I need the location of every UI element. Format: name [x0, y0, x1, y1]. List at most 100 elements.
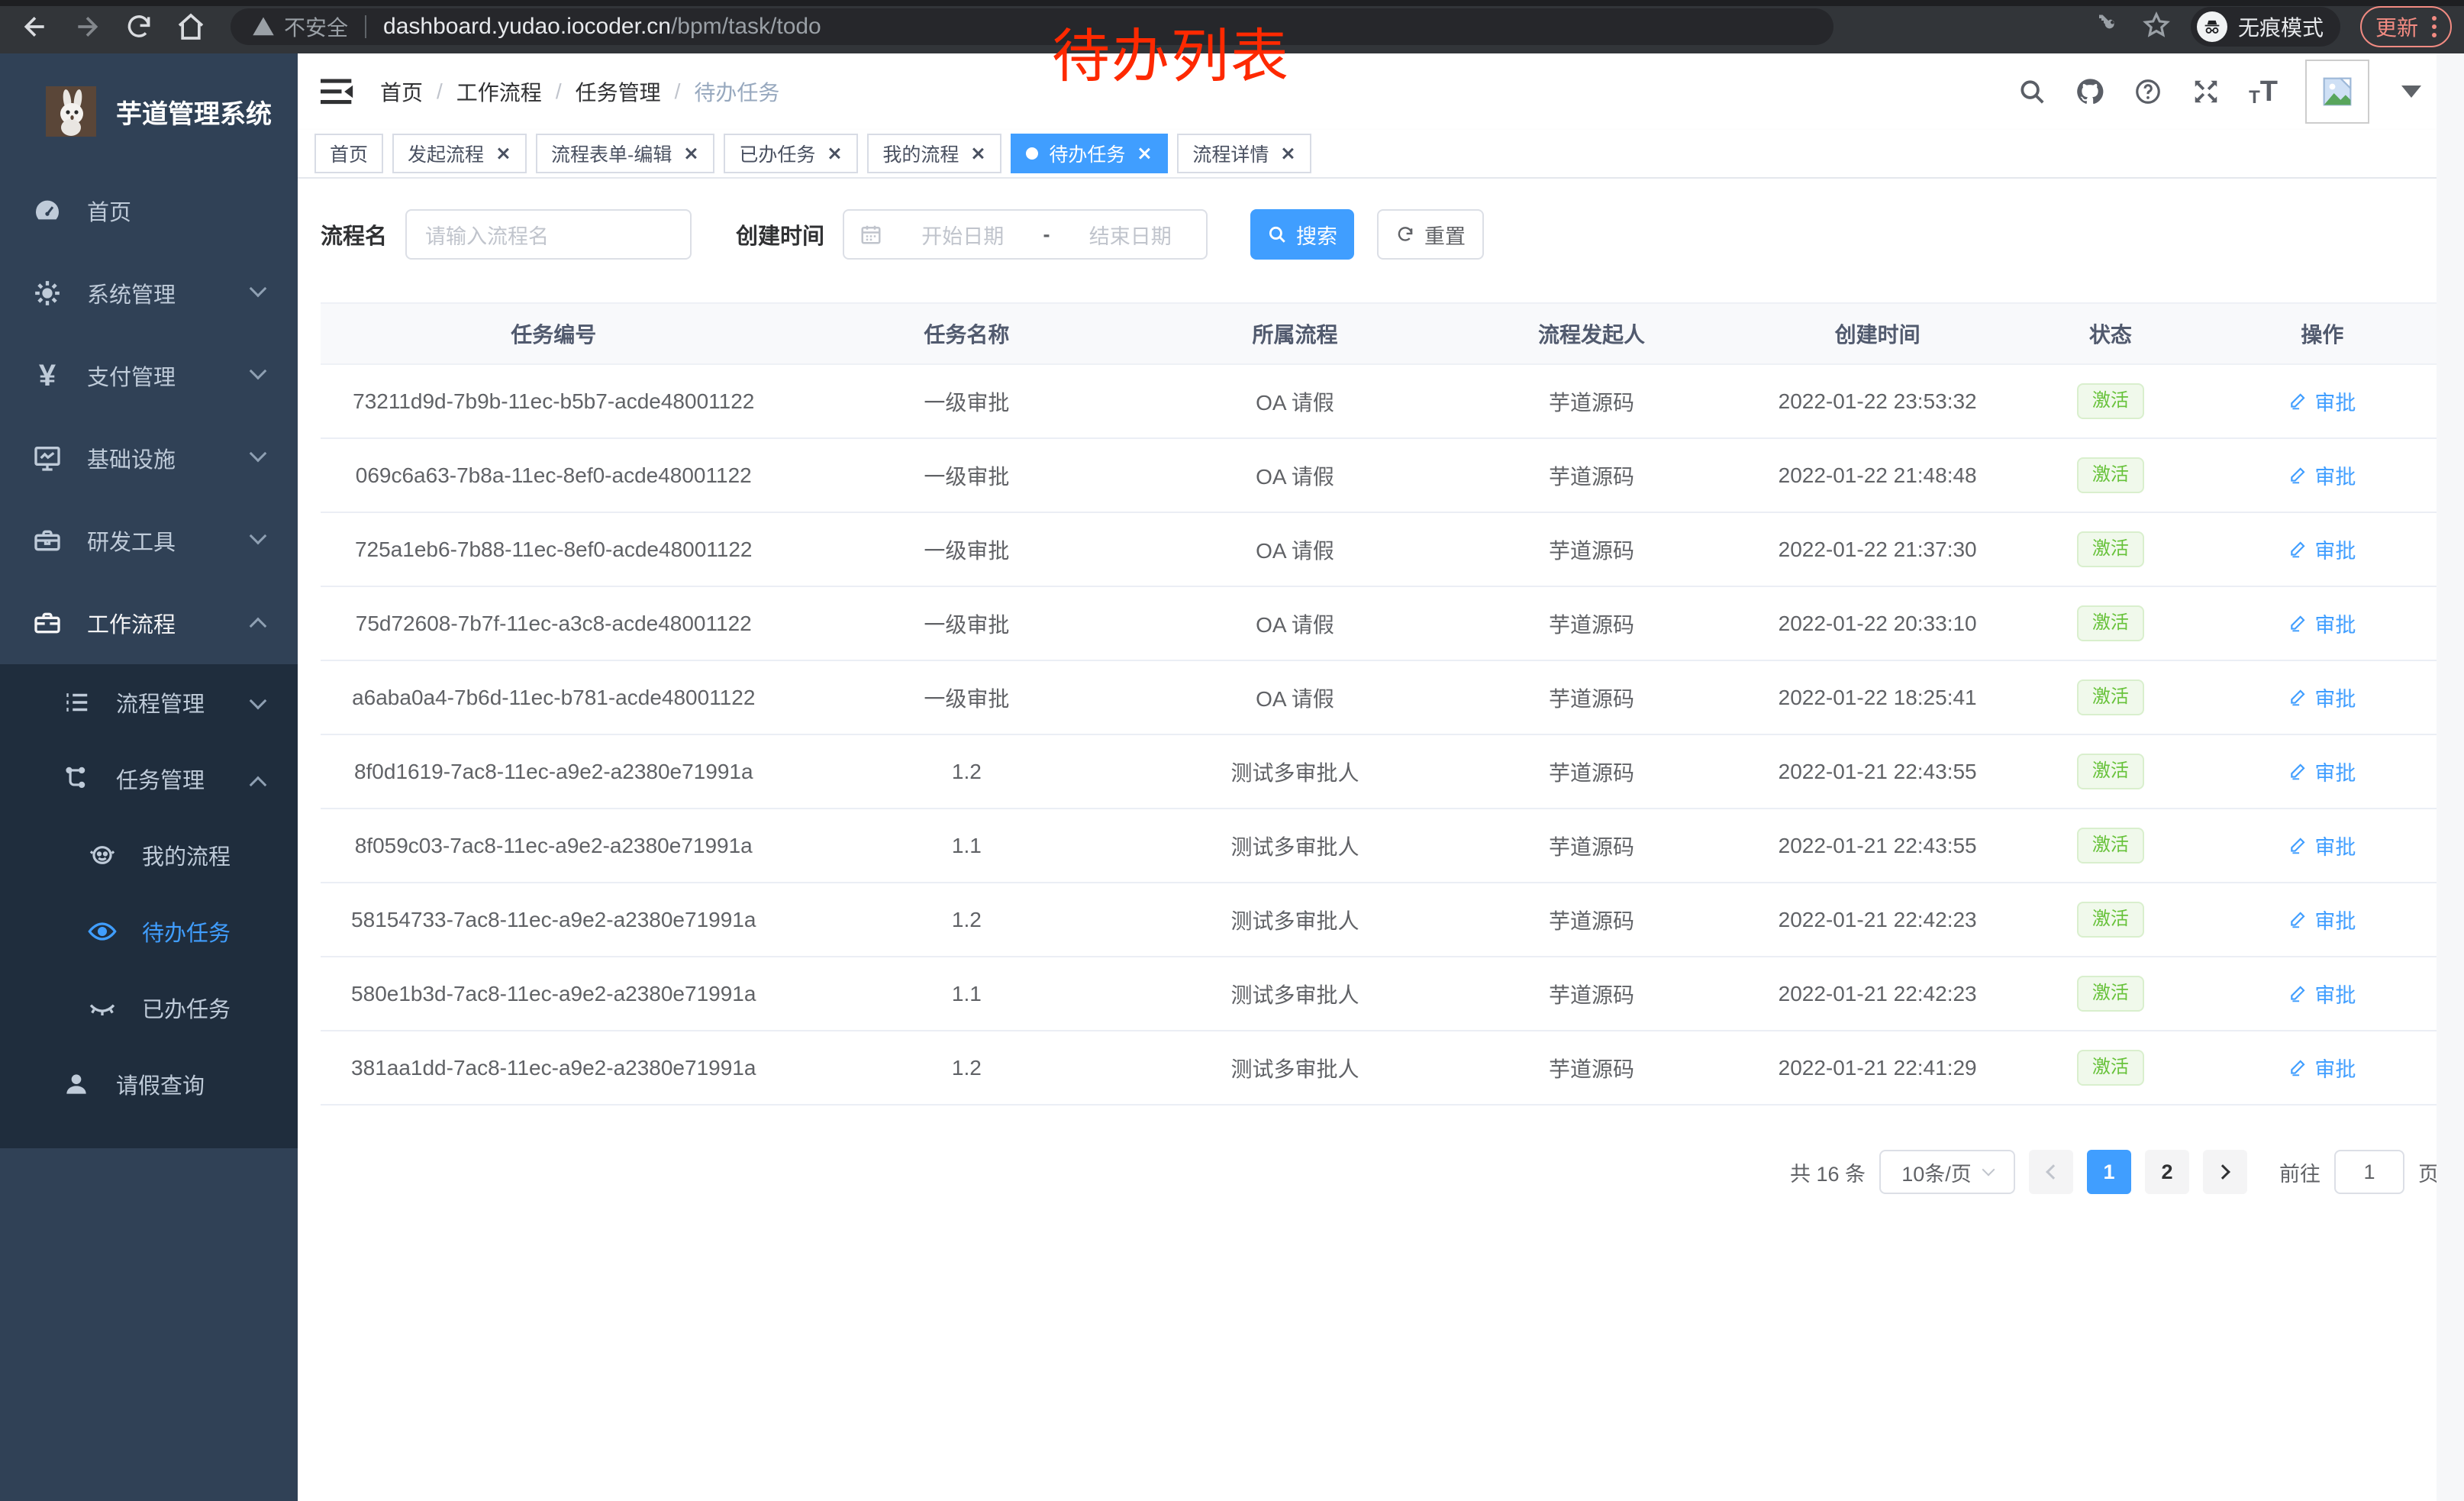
eye-open-icon	[85, 915, 119, 948]
sidebar-item-infra[interactable]: 基础设施	[0, 417, 298, 499]
breadcrumb-separator: /	[437, 79, 443, 104]
tab-close-icon[interactable]	[495, 145, 511, 162]
tab-item[interactable]: 流程表单-编辑	[536, 134, 714, 173]
github-icon[interactable]	[2075, 76, 2105, 107]
tab-item[interactable]: 首页	[314, 134, 383, 173]
prev-page-button[interactable]	[2029, 1150, 2073, 1194]
approve-link[interactable]: 审批	[2288, 757, 2356, 786]
end-date-placeholder: 结束日期	[1070, 220, 1192, 250]
page-scrollbar[interactable]	[2437, 53, 2464, 1501]
person-icon	[60, 1067, 93, 1101]
approve-link[interactable]: 审批	[2288, 1053, 2356, 1083]
create-time-cell: 2022-01-21 22:43:55	[1740, 834, 2015, 858]
table-row[interactable]: 75d72608-7b7f-11ec-a3c8-acde48001122 一级审…	[321, 587, 2439, 661]
action-cell: 审批	[2206, 534, 2439, 565]
breadcrumb-item[interactable]: 工作流程	[456, 76, 542, 107]
sidebar-item-todo-tasks[interactable]: 待办任务	[0, 893, 298, 970]
process-name-input[interactable]: 请输入流程名	[405, 209, 692, 260]
sidebar-item-label: 首页	[87, 195, 131, 227]
sidebar-item-my-process[interactable]: 我的流程	[0, 817, 298, 893]
incognito-badge: 无痕模式	[2191, 7, 2340, 47]
sidebar-item-done-tasks[interactable]: 已办任务	[0, 970, 298, 1046]
help-icon[interactable]	[2133, 76, 2163, 107]
task-name-cell: 1.2	[787, 760, 1147, 784]
approve-link[interactable]: 审批	[2288, 608, 2356, 638]
tab-item[interactable]: 我的流程	[867, 134, 1001, 173]
tab-item[interactable]: 发起流程	[392, 134, 527, 173]
approve-link[interactable]: 审批	[2288, 460, 2356, 490]
browser-refresh-icon[interactable]	[122, 10, 156, 44]
table-row[interactable]: 580e1b3d-7ac8-11ec-a9e2-a2380e71991a 1.1…	[321, 957, 2439, 1031]
tab-item[interactable]: 流程详情	[1177, 134, 1311, 173]
address-bar[interactable]: 不安全 dashboard.yudao.iocoder.cn/bpm/task/…	[231, 8, 1833, 45]
table-row[interactable]: 73211d9d-7b9b-11ec-b5b7-acde48001122 一级审…	[321, 365, 2439, 439]
sidebar-item-process-mgmt[interactable]: 流程管理	[0, 664, 298, 741]
tab-close-icon[interactable]	[1279, 145, 1296, 162]
approve-link[interactable]: 审批	[2288, 534, 2356, 564]
page-number-button[interactable]: 2	[2145, 1150, 2189, 1194]
create-time-label: 创建时间	[736, 218, 824, 250]
approve-link[interactable]: 审批	[2288, 905, 2356, 934]
task-name-cell: 一级审批	[787, 683, 1147, 713]
date-range-input[interactable]: 开始日期 - 结束日期	[843, 209, 1208, 260]
sidebar-item-payment[interactable]: ¥ 支付管理	[0, 334, 298, 417]
action-cell: 审批	[2206, 608, 2439, 639]
sidebar-item-devtools[interactable]: 研发工具	[0, 499, 298, 582]
table-row[interactable]: 8f059c03-7ac8-11ec-a9e2-a2380e71991a 1.1…	[321, 809, 2439, 883]
breadcrumb-item[interactable]: 任务管理	[576, 76, 661, 107]
approve-link[interactable]: 审批	[2288, 979, 2356, 1009]
yen-icon: ¥	[31, 359, 64, 392]
table-row[interactable]: 381aa1dd-7ac8-11ec-a9e2-a2380e71991a 1.2…	[321, 1031, 2439, 1106]
password-key-icon[interactable]	[2095, 11, 2122, 43]
tab-item[interactable]: 待办任务	[1011, 134, 1168, 173]
tab-close-icon[interactable]	[826, 145, 843, 162]
site-security[interactable]: 不安全	[252, 11, 348, 42]
approve-link[interactable]: 审批	[2288, 831, 2356, 860]
goto-page-input[interactable]: 1	[2334, 1150, 2404, 1194]
browser-back-icon[interactable]	[18, 10, 52, 44]
sidebar-logo[interactable]: 芋道管理系统	[0, 53, 298, 153]
browser-home-icon[interactable]	[174, 10, 208, 44]
table-row[interactable]: 58154733-7ac8-11ec-a9e2-a2380e71991a 1.2…	[321, 883, 2439, 957]
sidebar-item-task-mgmt[interactable]: 任务管理	[0, 741, 298, 817]
sidebar-item-home[interactable]: 首页	[0, 169, 298, 252]
url-text[interactable]: dashboard.yudao.iocoder.cn/bpm/task/todo	[383, 14, 821, 40]
breadcrumb-item[interactable]: 首页	[380, 76, 423, 107]
page-number-button[interactable]: 1	[2087, 1150, 2131, 1194]
sidebar-item-label: 任务管理	[116, 763, 205, 795]
approve-link[interactable]: 审批	[2288, 683, 2356, 712]
tab-close-icon[interactable]	[1136, 145, 1153, 162]
task-id-cell: 8f059c03-7ac8-11ec-a9e2-a2380e71991a	[321, 834, 787, 858]
edit-pen-icon	[2288, 465, 2308, 485]
bookmark-star-icon[interactable]	[2142, 11, 2171, 44]
browser-update-button[interactable]: 更新	[2360, 6, 2452, 47]
breadcrumb: 首页 / 工作流程 / 任务管理 / 待办任务	[380, 76, 779, 107]
avatar[interactable]	[2305, 60, 2369, 124]
tab-item[interactable]: 已办任务	[724, 134, 858, 173]
search-button[interactable]: 搜索	[1250, 209, 1354, 260]
sidebar-collapse-icon[interactable]	[321, 76, 354, 107]
page-size-select[interactable]: 10条/页	[1879, 1150, 2015, 1194]
search-icon[interactable]	[2017, 76, 2047, 107]
avatar-caret-icon[interactable]	[2401, 86, 2421, 98]
tab-label: 流程表单-编辑	[551, 140, 672, 167]
reset-button[interactable]: 重置	[1377, 209, 1484, 260]
approve-link[interactable]: 审批	[2288, 386, 2356, 416]
browser-forward-icon[interactable]	[70, 10, 104, 44]
table-row[interactable]: 725a1eb6-7b88-11ec-8ef0-acde48001122 一级审…	[321, 513, 2439, 587]
process-cell: 测试多审批人	[1147, 831, 1443, 861]
starter-cell: 芋道源码	[1443, 757, 1740, 787]
sidebar-item-system[interactable]: 系统管理	[0, 252, 298, 334]
next-page-button[interactable]	[2203, 1150, 2247, 1194]
table-row[interactable]: a6aba0a4-7b6d-11ec-b781-acde48001122 一级审…	[321, 661, 2439, 735]
table-row[interactable]: 069c6a63-7b8a-11ec-8ef0-acde48001122 一级审…	[321, 439, 2439, 513]
sidebar-item-leave-query[interactable]: 请假查询	[0, 1046, 298, 1122]
fullscreen-icon[interactable]	[2191, 76, 2221, 107]
sidebar-item-workflow[interactable]: 工作流程	[0, 582, 298, 664]
breadcrumb-separator: /	[556, 79, 562, 104]
tab-close-icon[interactable]	[682, 145, 699, 162]
browser-menu-icon[interactable]	[2432, 16, 2437, 37]
tab-close-icon[interactable]	[969, 145, 986, 162]
table-row[interactable]: 8f0d1619-7ac8-11ec-a9e2-a2380e71991a 1.2…	[321, 735, 2439, 809]
text-size-icon[interactable]: TT	[2249, 76, 2278, 108]
